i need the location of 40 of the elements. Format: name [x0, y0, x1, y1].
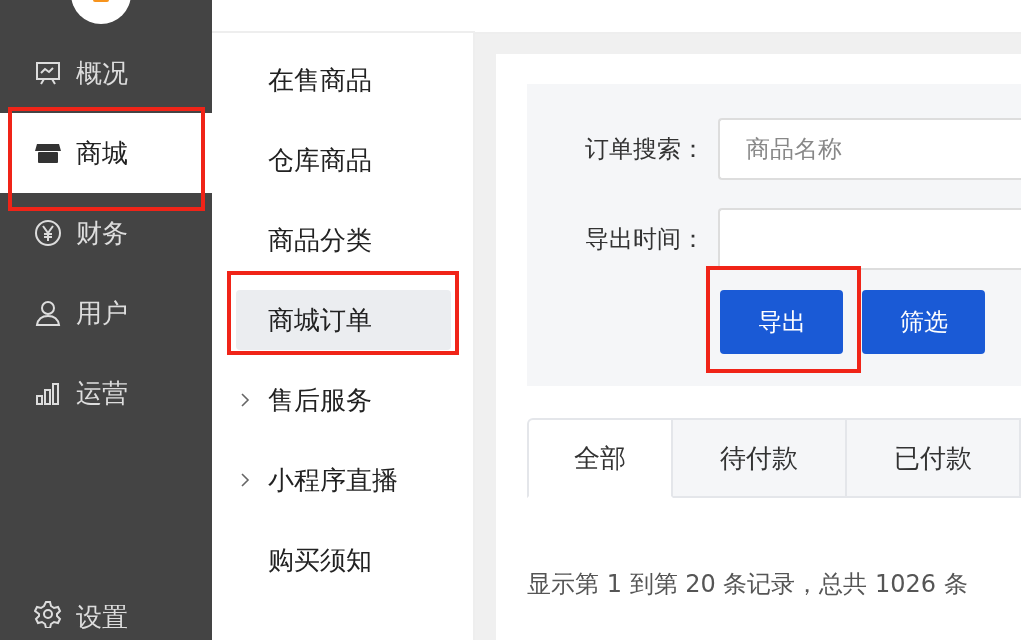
sidebar-label: 商城	[76, 136, 128, 170]
sidebar-item[interactable]: 设置	[0, 600, 212, 640]
sidebar-label: 用户	[76, 296, 128, 330]
filter-button[interactable]: 筛选	[862, 290, 985, 354]
submenu-item[interactable]: 商品分类	[236, 210, 451, 270]
yen-icon	[34, 219, 62, 247]
tab[interactable]: 全部	[527, 418, 674, 498]
submenu-item[interactable]: 购买须知	[236, 530, 451, 590]
record-summary: 显示第 1 到第 20 条记录，总共 1026 条	[527, 569, 969, 600]
settings-icon	[34, 600, 62, 628]
submenu-item[interactable]: 在售商品	[236, 50, 451, 110]
field-label: 导出时间：	[584, 224, 705, 255]
date-field[interactable]	[718, 208, 1021, 270]
submenu-label: 购买须知	[268, 543, 372, 577]
submenu-item[interactable]: 小程序直播	[236, 450, 451, 510]
monitor-chart-icon	[34, 59, 62, 87]
tab[interactable]: 已付款	[847, 418, 1021, 498]
submenu-item[interactable]: 商城订单	[236, 290, 451, 350]
field-label: 订单搜索：	[584, 134, 705, 165]
user-icon	[34, 299, 62, 327]
submenu-label: 售后服务	[268, 383, 372, 417]
submenu-label: 仓库商品	[268, 143, 372, 177]
sidebar-label: 设置	[76, 601, 128, 634]
sidebar-item[interactable]: 商城	[0, 113, 212, 193]
submenu-item[interactable]: 仓库商品	[236, 130, 451, 190]
submenu-label: 在售商品	[268, 63, 372, 97]
submenu-item[interactable]: 售后服务	[236, 370, 451, 430]
search-field[interactable]: 商品名称	[718, 118, 1021, 180]
tab[interactable]: 待付款	[673, 418, 848, 498]
sidebar-item[interactable]: 概况	[0, 33, 212, 113]
export-button[interactable]: 导出	[720, 290, 843, 354]
sidebar-item[interactable]: 用户	[0, 273, 212, 353]
sidebar-label: 运营	[76, 376, 128, 410]
sidebar-label: 概况	[76, 56, 128, 90]
submenu-label: 商城订单	[268, 303, 372, 337]
sidebar-label: 财务	[76, 216, 128, 250]
sidebar-item[interactable]: 财务	[0, 193, 212, 273]
sidebar-item[interactable]: 运营	[0, 353, 212, 433]
submenu-label: 商品分类	[268, 223, 372, 257]
submenu-label: 小程序直播	[268, 463, 398, 497]
